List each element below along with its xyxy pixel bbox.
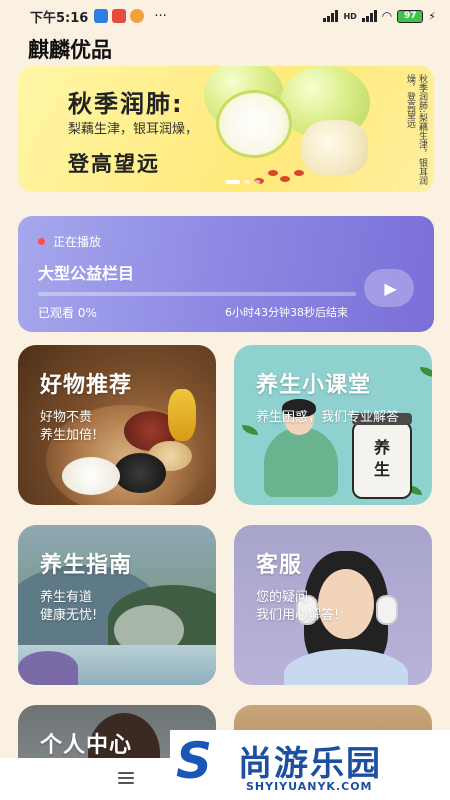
live-status: 正在播放 bbox=[38, 233, 101, 250]
leaf-icon bbox=[420, 367, 432, 377]
network-type: HD bbox=[343, 11, 357, 21]
agent-shirt-image bbox=[284, 649, 408, 685]
card-desc: 您的疑问 我们用心解答! bbox=[256, 590, 340, 623]
yoga-figure-image bbox=[264, 427, 338, 497]
card-title: 好物推荐 bbox=[40, 373, 133, 398]
watermark-url: SHYIYUANYK.COM bbox=[246, 780, 373, 793]
jar-label: 养生 bbox=[373, 438, 390, 479]
carousel-indicator bbox=[226, 180, 260, 184]
remaining-time: 6小时43分钟38秒后结束 bbox=[225, 306, 348, 319]
card-wellness-class[interactable]: 养生 养生小课堂 养生困惑，我们专业解答 bbox=[234, 345, 432, 505]
banner-vertical-text: 秋季润肺:梨藕生津，银耳润燥，登高望远 bbox=[405, 74, 427, 186]
site-watermark: S 尚游乐园 SHYIYUANYK.COM bbox=[170, 730, 450, 800]
lavender-image bbox=[18, 651, 78, 685]
jar-image: 养生 bbox=[352, 413, 412, 499]
goji-icon bbox=[294, 170, 304, 176]
card-recommend[interactable]: 好物推荐 好物不贵 养生加倍! bbox=[18, 345, 216, 505]
app-notification-icon bbox=[112, 9, 127, 23]
live-player-card[interactable]: 正在播放 大型公益栏目 已观看 0% 6小时43分钟38秒后结束 ▶ bbox=[18, 216, 434, 332]
menu-icon[interactable] bbox=[118, 772, 134, 784]
banner-headline: 秋季润肺: bbox=[68, 90, 184, 118]
card-title: 客服 bbox=[256, 553, 303, 578]
card-title: 养生小课堂 bbox=[256, 373, 372, 398]
status-bar: 下午5:16 ··· HD ◠ 97 ⚡ bbox=[0, 0, 450, 32]
black-beans-image bbox=[114, 453, 166, 493]
card-title: 养生指南 bbox=[40, 553, 133, 578]
signal-icon bbox=[323, 10, 339, 22]
weibo-icon bbox=[130, 9, 145, 23]
banner-subline: 梨藕生津，银耳润燥， bbox=[68, 122, 199, 137]
goji-icon bbox=[268, 170, 278, 176]
watermark-logo-icon: S bbox=[176, 732, 213, 790]
card-desc: 好物不贵 养生加倍! bbox=[40, 410, 98, 443]
card-title: 个人中心 bbox=[40, 733, 133, 758]
charging-icon: ⚡ bbox=[428, 9, 436, 23]
live-label: 正在播放 bbox=[53, 235, 102, 249]
progress-bar[interactable] bbox=[38, 292, 356, 296]
card-customer-service[interactable]: 客服 您的疑问 我们用心解答! bbox=[234, 525, 432, 685]
more-notifications-icon: ··· bbox=[154, 8, 167, 24]
live-dot-icon bbox=[38, 238, 45, 245]
play-icon: ▶ bbox=[384, 278, 397, 298]
status-indicators: HD ◠ 97 ⚡ bbox=[323, 9, 436, 23]
banner-footer: 登高望远 bbox=[68, 152, 160, 176]
card-wellness-guide[interactable]: 养生指南 养生有道 健康无忧! bbox=[18, 525, 216, 685]
battery-icon: 97 bbox=[397, 9, 424, 23]
goji-icon bbox=[280, 176, 290, 182]
tremella-image bbox=[302, 120, 368, 176]
pear-half-image bbox=[216, 90, 292, 158]
watched-percent: 已观看 0% bbox=[38, 306, 97, 320]
watermark-text: 尚游乐园 bbox=[238, 744, 382, 784]
card-desc: 养生困惑，我们专业解答 bbox=[256, 410, 400, 425]
wifi-icon: ◠ bbox=[381, 9, 393, 23]
play-button[interactable]: ▶ bbox=[364, 269, 414, 307]
card-desc: 养生有道 健康无忧! bbox=[40, 590, 98, 623]
notification-icon bbox=[94, 9, 109, 23]
signal2-icon bbox=[361, 10, 377, 22]
status-time: 下午5:16 bbox=[30, 10, 89, 26]
rice-image bbox=[62, 457, 120, 495]
program-title: 大型公益栏目 bbox=[38, 264, 135, 283]
promo-banner[interactable]: 秋季润肺: 梨藕生津，银耳润燥， 登高望远 秋季润肺:梨藕生津，银耳润燥，登高望… bbox=[18, 66, 434, 192]
app-title: 麒麟优品 bbox=[28, 38, 112, 62]
